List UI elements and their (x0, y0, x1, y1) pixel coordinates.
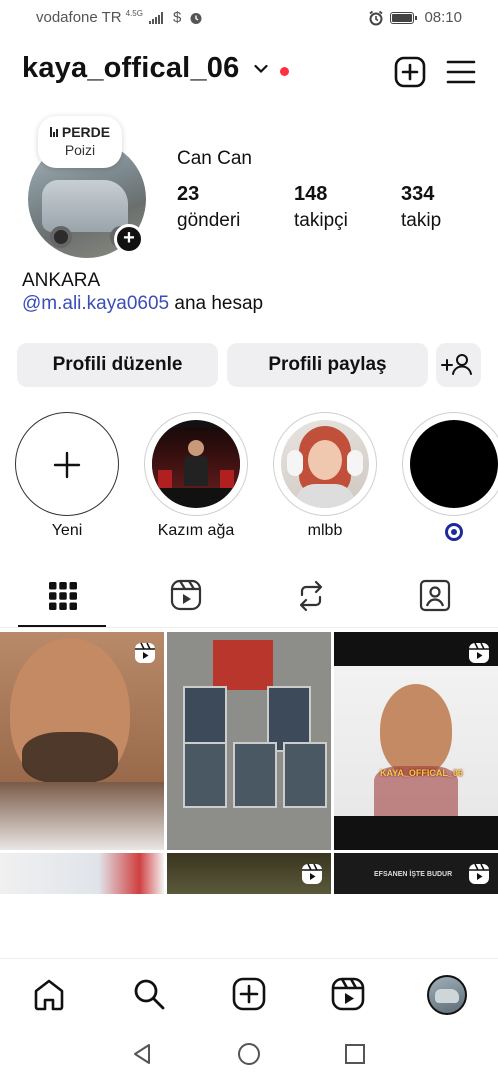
home-button-icon[interactable] (237, 1042, 261, 1066)
highlight-item[interactable]: Kazım ağa (144, 412, 248, 540)
chevron-down-icon[interactable] (254, 64, 268, 74)
car-wheel (50, 226, 72, 248)
highlight-new[interactable]: Yeni (15, 412, 119, 540)
bio-line: @m.ali.kaya0605 ana hesap (22, 293, 263, 315)
tab-tagged-icon[interactable] (419, 578, 451, 614)
alarm-icon (369, 10, 384, 25)
post-thumbnail[interactable] (0, 632, 164, 850)
plus-icon (53, 451, 81, 479)
posts-grid: KAYA_OFFICAL_06 EFSANEN İŞTE BUDUR (0, 632, 498, 894)
post-overlay-text: EFSANEN İŞTE BUDUR (374, 871, 453, 878)
posts-count: 23 (177, 183, 200, 205)
back-icon[interactable] (130, 1042, 154, 1066)
dollar-icon: $ (172, 9, 182, 26)
following-count: 334 (401, 183, 435, 205)
reels-icon[interactable] (331, 977, 365, 1011)
note-subtitle: Poizi (64, 142, 96, 158)
highlight-label: mlbb (307, 522, 343, 539)
following-stat[interactable]: 334 takip (401, 183, 441, 232)
tab-reels-icon[interactable] (170, 578, 202, 614)
highlight-label: Kazım ağa (157, 522, 235, 539)
highlight-cover (152, 420, 240, 508)
profile-header: kaya_offical_06 (22, 52, 476, 92)
create-icon[interactable] (394, 56, 426, 88)
system-nav (0, 1030, 498, 1080)
carrier-name: vodafone TR (36, 9, 122, 26)
discover-people-button[interactable] (436, 343, 481, 387)
bio-location: ANKARA (22, 270, 101, 291)
post-thumbnail[interactable] (167, 853, 331, 894)
note-title: PERDE (61, 124, 111, 140)
add-story-icon[interactable]: + (114, 224, 144, 254)
evil-eye-icon (445, 523, 463, 541)
alarm-app-icon (190, 12, 202, 24)
bottom-nav (0, 958, 498, 1030)
note-bubble[interactable]: PERDE Poizi (38, 116, 122, 168)
notification-dot (280, 67, 289, 76)
username-title[interactable]: kaya_offical_06 (22, 52, 239, 85)
highlight-label: Yeni (51, 522, 83, 539)
reel-badge-icon (302, 863, 322, 884)
create-post-icon[interactable] (232, 977, 266, 1011)
bio-suffix: ana hesap (174, 293, 264, 314)
reel-badge-icon (469, 642, 489, 663)
profile-tab-avatar[interactable] (427, 975, 467, 1015)
recents-icon[interactable] (343, 1042, 367, 1066)
reel-badge-icon (135, 642, 155, 663)
signal-icon (148, 11, 163, 24)
status-bar: vodafone TR 4.5G $ 08:10 (0, 0, 498, 34)
tab-reposts-icon[interactable] (295, 578, 327, 614)
post-overlay-text: KAYA_OFFICAL_06 (380, 768, 463, 778)
network-type: 4.5G (125, 8, 143, 18)
highlight-item[interactable] (402, 412, 498, 541)
search-icon[interactable] (132, 977, 166, 1011)
battery-icon (390, 11, 418, 24)
edit-profile-button[interactable]: Profili düzenle (17, 343, 218, 387)
followers-count: 148 (294, 183, 328, 205)
tabs-divider (0, 627, 498, 628)
home-icon[interactable] (32, 977, 66, 1011)
following-label: takip (401, 210, 442, 231)
share-profile-button[interactable]: Profili paylaş (227, 343, 428, 387)
full-name: Can Can (177, 148, 252, 169)
menu-icon[interactable] (446, 58, 476, 86)
music-bars-icon (49, 127, 58, 137)
clock-time: 08:10 (424, 9, 462, 26)
followers-label: takipçi (294, 210, 348, 231)
highlight-item[interactable]: mlbb (273, 412, 377, 540)
post-thumbnail[interactable]: KAYA_OFFICAL_06 (334, 632, 498, 850)
posts-label: gönderi (177, 210, 241, 231)
post-thumbnail[interactable]: EFSANEN İŞTE BUDUR (334, 853, 498, 894)
highlight-cover (410, 420, 498, 508)
post-thumbnail[interactable] (167, 632, 331, 850)
car-image (42, 180, 128, 232)
reel-badge-icon (469, 863, 489, 884)
followers-stat[interactable]: 148 takipçi (294, 183, 348, 232)
active-tab-indicator (18, 625, 106, 627)
highlight-cover (281, 420, 369, 508)
add-person-icon (441, 354, 472, 375)
post-thumbnail[interactable] (0, 853, 164, 894)
tab-grid-icon[interactable] (47, 578, 79, 614)
bio-mention-link[interactable]: @m.ali.kaya0605 (22, 293, 169, 314)
posts-stat[interactable]: 23 gönderi (177, 183, 240, 232)
